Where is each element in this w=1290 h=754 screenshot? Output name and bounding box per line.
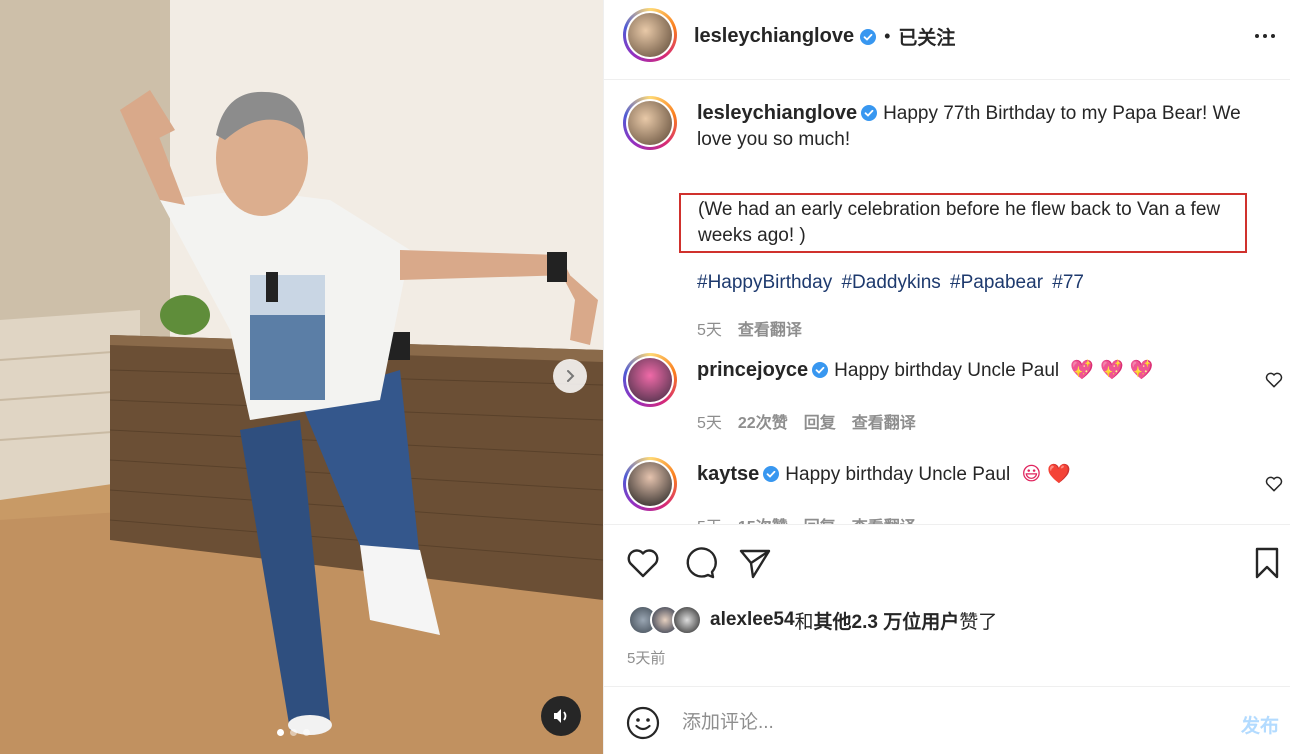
liker-username[interactable]: alexlee54 [710, 609, 795, 631]
hashtag-link[interactable]: #Papabear [950, 272, 1043, 293]
bookmark-icon[interactable] [1249, 545, 1285, 581]
liker-avatar[interactable] [672, 605, 702, 635]
verified-badge-icon [763, 466, 780, 482]
author-avatar[interactable] [623, 8, 677, 62]
follow-status-button[interactable]: 已关注 [898, 23, 955, 50]
hashtag-link[interactable]: #Daddykins [841, 272, 940, 293]
next-slide-button[interactable] [553, 359, 587, 393]
post-comment-button[interactable]: 发布 [1241, 711, 1279, 738]
comment-like-count[interactable]: 15次赞 [738, 513, 788, 524]
see-translation-link[interactable]: 查看翻译 [738, 316, 802, 340]
comment-like-count[interactable]: 22次赞 [738, 409, 788, 433]
comment-emojis: 💖 💖 💖 [1070, 359, 1154, 381]
carousel-dot [290, 729, 297, 736]
comments-list[interactable]: lesleychianglove Happy 77th Birthday to m… [604, 81, 1290, 524]
caption-username[interactable]: lesleychianglove [697, 102, 857, 124]
comment-text: Happy birthday Uncle Paul [785, 464, 1011, 485]
likes-others-count[interactable]: 其他2.3 万位用户 [814, 607, 960, 634]
caption-text-block: lesleychianglove Happy 77th Birthday to m… [697, 100, 1257, 153]
verified-badge-icon [860, 28, 877, 45]
speaker-icon [554, 709, 567, 723]
comment-emojis: 😃 ❤️ [1021, 463, 1072, 485]
likes-suffix: 赞了 [959, 611, 998, 633]
caption-row: lesleychianglove Happy 77th Birthday to m… [604, 96, 1290, 339]
sound-toggle-button[interactable] [541, 696, 581, 736]
chevron-right-icon [567, 370, 575, 382]
commenter-username[interactable]: princejoyce [697, 359, 808, 381]
commenter-avatar[interactable] [623, 353, 677, 407]
comment-composer: 发布 [604, 686, 1290, 754]
likes-joiner: 和 [794, 611, 814, 633]
header-user: lesleychianglove • 已关注 [694, 23, 955, 50]
likes-summary: alexlee54 和 其他2.3 万位用户 赞了 [628, 605, 997, 635]
like-comment-heart-icon[interactable] [1264, 474, 1284, 494]
reply-link[interactable]: 回复 [804, 513, 836, 524]
post-detail-panel: lesleychianglove • 已关注 lesleychianglove H… [603, 0, 1290, 754]
comment-text-block: princejoyce Happy birthday Uncle Paul 💖 💖… [697, 357, 1257, 384]
comment-input[interactable] [682, 709, 1222, 737]
like-comment-heart-icon[interactable] [1264, 370, 1284, 390]
heart-icon[interactable] [625, 545, 661, 581]
smiley-icon[interactable] [626, 706, 660, 740]
hashtag-link[interactable]: #HappyBirthday [697, 272, 832, 293]
caption-time[interactable]: 5天 [697, 316, 722, 340]
comment-time[interactable]: 5天 [697, 409, 722, 433]
carousel-dot [277, 729, 284, 736]
post-actions: alexlee54 和 其他2.3 万位用户 赞了 5天前 [604, 524, 1290, 686]
carousel-dots [277, 729, 310, 736]
post-date[interactable]: 5天前 [627, 647, 665, 668]
separator-dot: • [884, 26, 891, 46]
more-options-button[interactable] [1250, 24, 1280, 48]
comment-row: princejoyce Happy birthday Uncle Paul 💖 💖… [604, 353, 1290, 443]
comment-text-block: kaytse Happy birthday Uncle Paul 😃 ❤️ [697, 461, 1257, 488]
post-media[interactable] [0, 0, 603, 754]
hashtag-link[interactable]: #77 [1052, 272, 1084, 293]
comment-meta: 5天 22次赞 回复 查看翻译 [697, 409, 916, 433]
reply-link[interactable]: 回复 [804, 409, 836, 433]
comment-meta: 5天 15次赞 回复 查看翻译 [697, 513, 916, 524]
comment-time[interactable]: 5天 [697, 513, 722, 524]
verified-badge-icon [861, 105, 878, 121]
liker-avatars [628, 605, 702, 635]
see-translation-link[interactable]: 查看翻译 [852, 513, 916, 524]
hashtag-list: #HappyBirthday #Daddykins #Papabear #77 [697, 272, 1088, 294]
see-translation-link[interactable]: 查看翻译 [852, 409, 916, 433]
comment-row: kaytse Happy birthday Uncle Paul 😃 ❤️ 5天 … [604, 457, 1290, 524]
paper-plane-icon[interactable] [737, 545, 773, 581]
verified-badge-icon [812, 362, 829, 378]
caption-author-avatar[interactable] [623, 96, 677, 150]
commenter-avatar[interactable] [623, 457, 677, 511]
highlighted-caption-extra: (We had an early celebration before he f… [679, 193, 1247, 253]
commenter-username[interactable]: kaytse [697, 463, 759, 485]
author-username[interactable]: lesleychianglove [694, 25, 854, 48]
post-header: lesleychianglove • 已关注 [604, 0, 1290, 80]
carousel-dot [303, 729, 310, 736]
video-frame [0, 0, 603, 754]
caption-meta: 5天 查看翻译 [697, 316, 802, 340]
comment-bubble-icon[interactable] [682, 545, 718, 581]
ellipsis-icon [1255, 34, 1259, 38]
comment-text: Happy birthday Uncle Paul [834, 360, 1060, 381]
